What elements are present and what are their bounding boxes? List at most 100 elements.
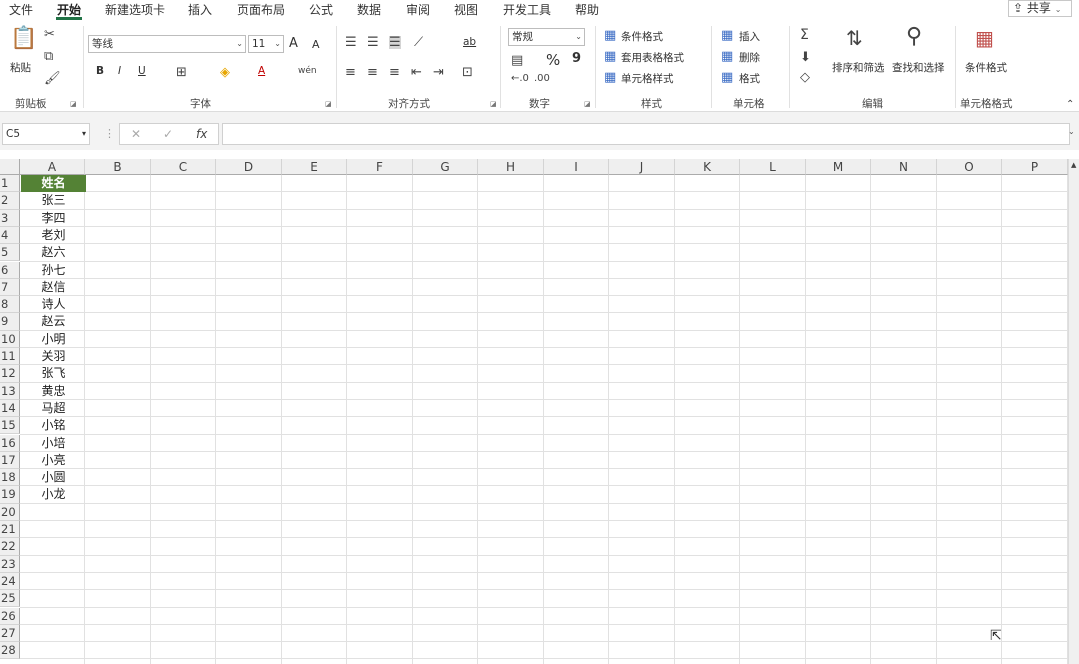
fill-icon[interactable]: ⬇ (800, 51, 811, 64)
name-cell[interactable]: 小明 (21, 331, 86, 348)
bold-button[interactable]: B (96, 65, 104, 77)
row-header[interactable]: 17 (0, 451, 20, 470)
grow-font-button[interactable]: A (289, 36, 298, 51)
tab-file[interactable]: 文件 (9, 1, 33, 18)
column-header[interactable]: L (740, 159, 806, 175)
enter-icon[interactable]: ✓ (163, 127, 173, 141)
name-cell[interactable]: 黄忠 (21, 383, 86, 400)
name-cell[interactable]: 孙七 (21, 262, 86, 279)
tab-developer[interactable]: 开发工具 (503, 1, 551, 18)
cell-styles-button[interactable]: 单元格样式 (621, 71, 674, 86)
column-header[interactable]: I (544, 159, 609, 175)
italic-button[interactable]: I (118, 65, 121, 77)
copy-icon[interactable]: ⧉ (44, 50, 53, 63)
fill-color-icon[interactable]: ◈ (220, 66, 230, 79)
delete-button[interactable]: 删除 (739, 50, 760, 65)
align-bottom-icon[interactable]: ☰ (389, 36, 401, 49)
column-header[interactable]: B (85, 159, 151, 175)
currency-icon[interactable]: ▤ (511, 54, 523, 67)
scroll-up-icon[interactable]: ▲ (1071, 161, 1076, 169)
row-header[interactable]: 2 (0, 192, 20, 210)
name-cell[interactable]: 张三 (21, 192, 86, 209)
tab-data[interactable]: 数据 (357, 1, 381, 18)
row-header[interactable]: 19 (0, 486, 20, 504)
comma-button[interactable]: 9 (572, 51, 581, 66)
column-header[interactable]: K (675, 159, 740, 175)
column-header[interactable]: N (871, 159, 937, 175)
format-painter-icon[interactable]: 🖌 (44, 72, 61, 85)
percent-button[interactable]: % (546, 51, 560, 69)
column-header[interactable]: F (347, 159, 413, 175)
align-right-icon[interactable]: ≡ (389, 66, 400, 79)
orientation-icon[interactable]: ⟋ (414, 36, 423, 49)
select-all-corner[interactable] (0, 159, 20, 175)
underline-button[interactable]: U (138, 65, 146, 77)
row-header[interactable]: 11 (0, 348, 20, 366)
font-size-select[interactable]: 11 ⌄ (248, 35, 284, 53)
name-cell[interactable]: 李四 (21, 210, 86, 227)
decrease-indent-icon[interactable]: ⇤ (411, 66, 422, 79)
conditional-format-large-button[interactable]: 条件格式 (965, 60, 1007, 75)
conditional-format-large-icon[interactable]: ▦ (975, 28, 994, 48)
column-header[interactable]: C (151, 159, 216, 175)
insert-function-button[interactable]: fx (196, 127, 207, 141)
name-cell[interactable]: 张飞 (21, 365, 86, 382)
header-cell[interactable]: 姓名 (21, 175, 86, 192)
row-header[interactable]: 4 (0, 226, 20, 245)
tab-home[interactable]: 开始 (57, 1, 81, 18)
row-header[interactable]: 7 (0, 278, 20, 297)
row-header[interactable]: 12 (0, 365, 20, 383)
column-header[interactable]: M (806, 159, 871, 175)
tab-insert[interactable]: 插入 (188, 1, 212, 18)
conditional-format-button[interactable]: 条件格式 (621, 29, 663, 44)
worksheet-grid[interactable]: A B C D E F G H I J K L M N O P 1 2 3 4 5 6 7 8 9 10 11 12 13 14 15 16 1… (0, 159, 1068, 664)
share-button[interactable]: ⇪ 共享 ⌄ (1008, 0, 1072, 17)
cancel-icon[interactable]: ✕ (131, 127, 141, 141)
column-header[interactable]: H (478, 159, 544, 175)
collapse-ribbon-icon[interactable]: ⌃ (1066, 100, 1074, 110)
name-cell[interactable]: 赵六 (21, 244, 86, 261)
wrap-text-button[interactable]: ab (463, 36, 476, 48)
row-header[interactable]: 13 (0, 382, 20, 400)
merge-center-icon[interactable]: ⊡ (462, 66, 473, 79)
name-cell[interactable]: 诗人 (21, 296, 86, 313)
phonetic-icon[interactable]: wén (298, 67, 317, 76)
row-header[interactable]: 5 (0, 244, 20, 262)
increase-indent-icon[interactable]: ⇥ (433, 66, 444, 79)
format-button[interactable]: 格式 (739, 71, 760, 86)
name-cell[interactable]: 小龙 (21, 486, 86, 503)
paste-label[interactable]: 粘贴 (10, 60, 31, 75)
find-select-button[interactable]: 查找和选择 (892, 60, 945, 75)
row-header[interactable]: 28 (0, 642, 20, 660)
tab-review[interactable]: 审阅 (406, 1, 430, 18)
align-middle-icon[interactable]: ☰ (367, 36, 379, 49)
align-left-icon[interactable]: ≡ (345, 66, 356, 79)
tab-view[interactable]: 视图 (454, 1, 478, 18)
column-header[interactable]: O (937, 159, 1002, 175)
cut-icon[interactable]: ✂ (44, 28, 55, 41)
decrease-decimal-icon[interactable]: .00 (534, 74, 550, 84)
row-header[interactable]: 16 (0, 434, 20, 452)
formula-input[interactable] (222, 123, 1070, 145)
name-cell[interactable]: 马超 (21, 400, 86, 417)
tab-formulas[interactable]: 公式 (309, 1, 333, 18)
row-header[interactable]: 27 (0, 624, 20, 643)
find-select-icon[interactable]: ⚲ (906, 26, 922, 48)
row-header[interactable]: 10 (0, 330, 20, 348)
name-cell[interactable]: 赵云 (21, 313, 86, 330)
column-header[interactable]: A (20, 159, 85, 175)
row-header[interactable]: 20 (0, 503, 20, 521)
name-box[interactable]: C5 ▾ (2, 123, 90, 145)
row-header[interactable]: 22 (0, 538, 20, 556)
row-header[interactable]: 21 (0, 521, 20, 539)
shrink-font-button[interactable]: A (312, 38, 320, 51)
insert-button[interactable]: 插入 (739, 29, 760, 44)
name-cell[interactable]: 小亮 (21, 452, 86, 469)
column-header[interactable]: D (216, 159, 282, 175)
row-header[interactable]: 24 (0, 572, 20, 591)
row-header[interactable]: 25 (0, 590, 20, 608)
column-header[interactable]: G (413, 159, 478, 175)
paste-icon[interactable]: 📋 (10, 28, 37, 50)
font-name-select[interactable]: 等线 ⌄ (88, 35, 246, 53)
row-header[interactable]: 6 (0, 261, 20, 279)
